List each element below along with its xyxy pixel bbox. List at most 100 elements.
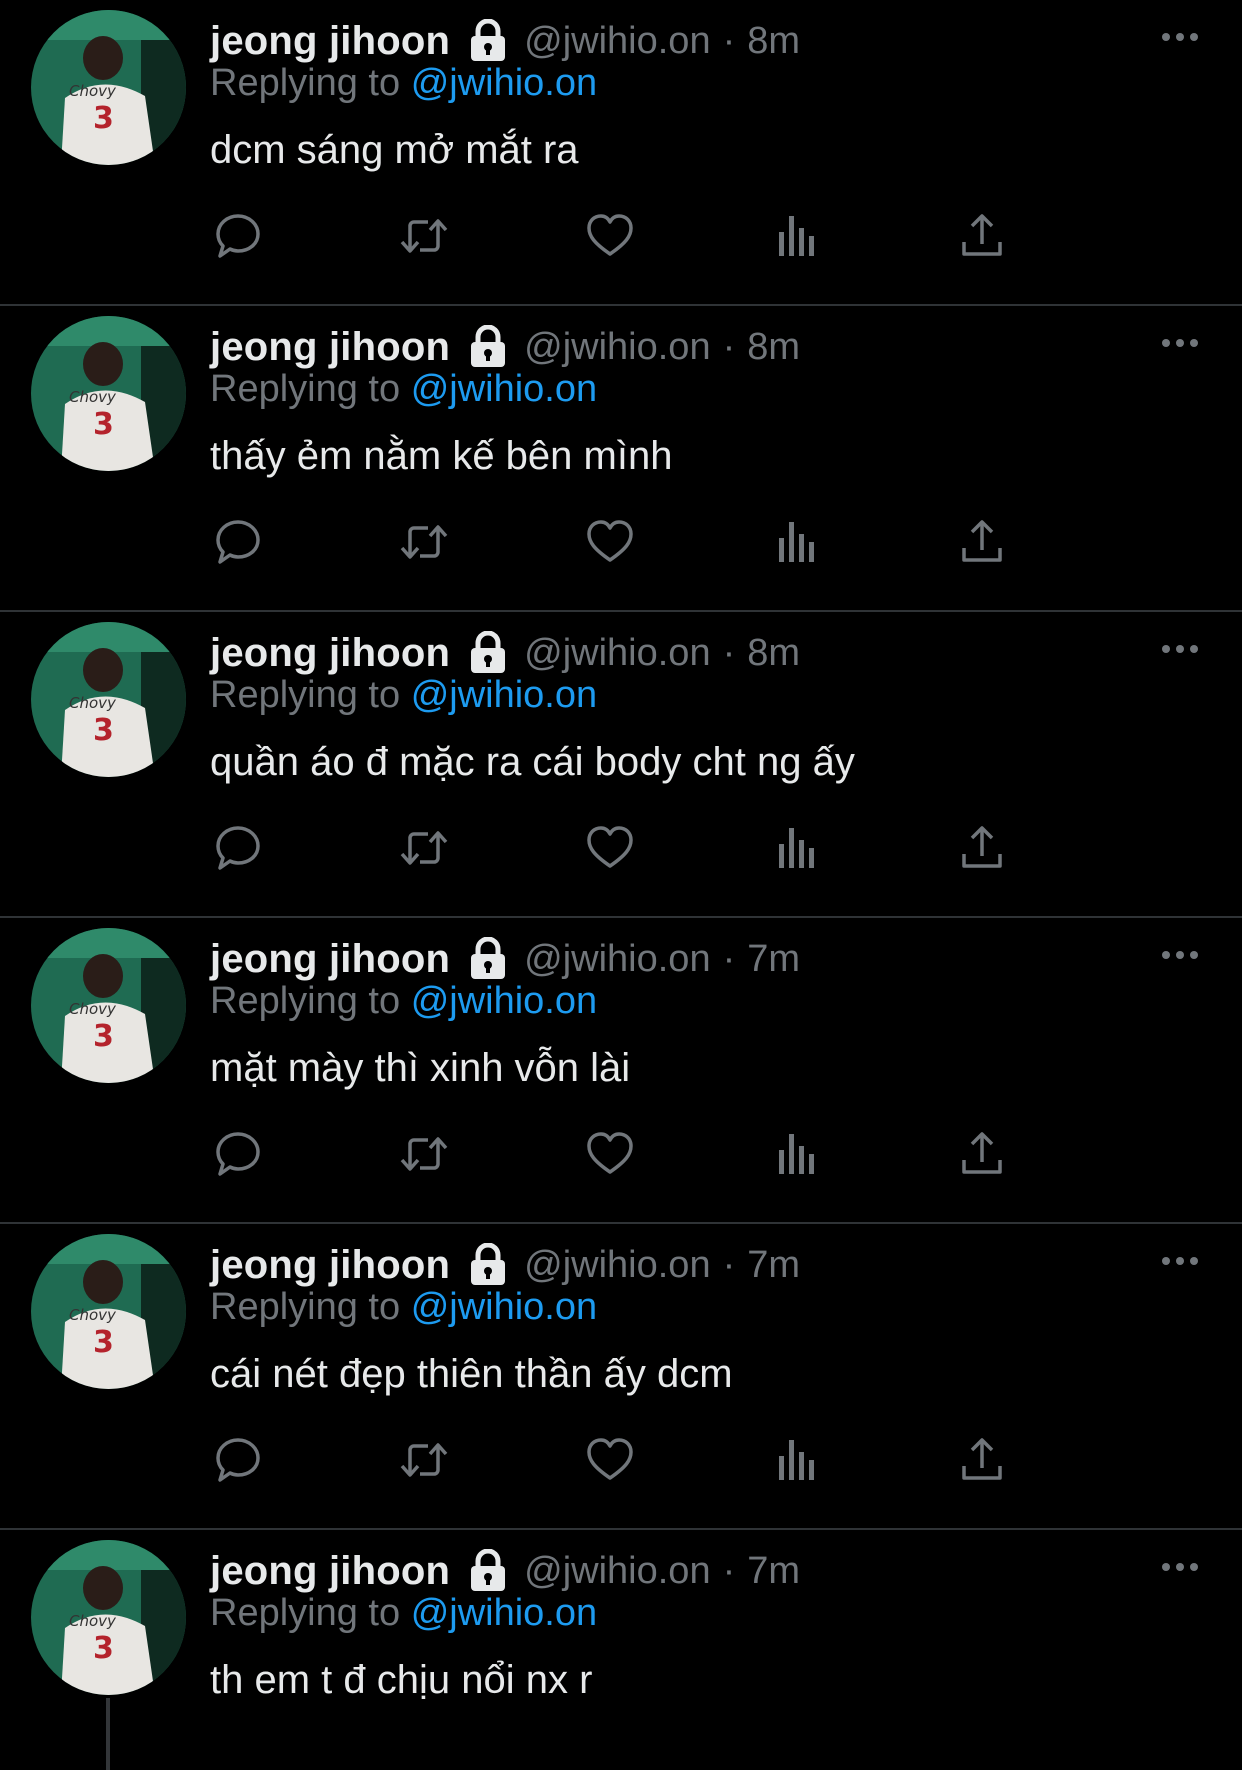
share-icon[interactable] <box>956 516 1008 568</box>
retweet-icon[interactable] <box>398 1128 450 1180</box>
mention-link[interactable]: @jwihio.on <box>411 980 597 1022</box>
tweet[interactable]: Chovy 3 jeong jihoon @jwihio.on · 8m Rep… <box>0 0 1242 306</box>
more-icon[interactable] <box>1158 328 1202 358</box>
svg-text:3: 3 <box>93 407 114 442</box>
share-icon[interactable] <box>956 822 1008 874</box>
separator-dot: · <box>722 325 736 368</box>
avatar[interactable]: Chovy 3 <box>31 622 186 777</box>
retweet-icon[interactable] <box>398 1434 450 1486</box>
reply-icon[interactable] <box>212 210 264 262</box>
avatar[interactable]: Chovy 3 <box>31 1540 186 1695</box>
replying-to: Replying to @jwihio.on <box>210 368 597 411</box>
share-icon[interactable] <box>956 1128 1008 1180</box>
svg-text:3: 3 <box>93 1631 114 1666</box>
user-handle[interactable]: @jwihio.on <box>524 1550 710 1593</box>
tweet[interactable]: Chovy 3 jeong jihoon @jwihio.on · 7m Rep… <box>0 918 1242 1224</box>
svg-text:3: 3 <box>93 1019 114 1054</box>
timestamp[interactable]: 7m <box>747 938 800 981</box>
heart-icon[interactable] <box>584 516 636 568</box>
heart-icon[interactable] <box>584 1128 636 1180</box>
user-handle[interactable]: @jwihio.on <box>524 326 710 369</box>
avatar[interactable]: Chovy 3 <box>31 316 186 471</box>
replying-prefix: Replying to <box>210 980 401 1022</box>
mention-link[interactable]: @jwihio.on <box>411 1286 597 1328</box>
reply-icon[interactable] <box>212 1128 264 1180</box>
separator-dot: · <box>722 937 736 980</box>
display-name[interactable]: jeong jihoon <box>210 1243 450 1288</box>
svg-text:3: 3 <box>93 713 114 748</box>
tweet-actions <box>212 822 1092 878</box>
views-icon[interactable] <box>770 516 822 568</box>
separator-dot: · <box>722 1243 736 1286</box>
retweet-icon[interactable] <box>398 516 450 568</box>
tweet-header: jeong jihoon @jwihio.on · 8m <box>210 14 800 68</box>
avatar[interactable]: Chovy 3 <box>31 10 186 165</box>
more-icon[interactable] <box>1158 940 1202 970</box>
user-handle[interactable]: @jwihio.on <box>524 938 710 981</box>
views-icon[interactable] <box>770 1434 822 1486</box>
reply-icon[interactable] <box>212 516 264 568</box>
retweet-icon[interactable] <box>398 210 450 262</box>
display-name[interactable]: jeong jihoon <box>210 19 450 64</box>
timestamp[interactable]: 7m <box>747 1550 800 1593</box>
replying-to: Replying to @jwihio.on <box>210 62 597 105</box>
timestamp[interactable]: 8m <box>747 20 800 63</box>
views-icon[interactable] <box>770 210 822 262</box>
user-handle[interactable]: @jwihio.on <box>524 20 710 63</box>
mention-link[interactable]: @jwihio.on <box>411 674 597 716</box>
replying-prefix: Replying to <box>210 62 401 104</box>
tweet-text: dcm sáng mở mắt ra <box>210 128 579 172</box>
user-handle[interactable]: @jwihio.on <box>524 632 710 675</box>
tweet[interactable]: Chovy 3 jeong jihoon @jwihio.on · 8m Rep… <box>0 306 1242 612</box>
timestamp[interactable]: 7m <box>747 1244 800 1287</box>
heart-icon[interactable] <box>584 822 636 874</box>
views-icon[interactable] <box>770 1128 822 1180</box>
separator-dot: · <box>722 631 736 674</box>
views-icon[interactable] <box>770 822 822 874</box>
tweet-header: jeong jihoon @jwihio.on · 7m <box>210 1238 800 1292</box>
tweet-header: jeong jihoon @jwihio.on · 7m <box>210 1544 800 1598</box>
avatar[interactable]: Chovy 3 <box>31 928 186 1083</box>
replying-to: Replying to @jwihio.on <box>210 980 597 1023</box>
display-name[interactable]: jeong jihoon <box>210 325 450 370</box>
display-name[interactable]: jeong jihoon <box>210 937 450 982</box>
display-name[interactable]: jeong jihoon <box>210 1549 450 1594</box>
share-icon[interactable] <box>956 210 1008 262</box>
heart-icon[interactable] <box>584 210 636 262</box>
mention-link[interactable]: @jwihio.on <box>411 368 597 410</box>
timestamp[interactable]: 8m <box>747 632 800 675</box>
tweet-text: cái nét đẹp thiên thần ấy dcm <box>210 1352 733 1396</box>
lock-icon <box>468 1242 508 1287</box>
more-icon[interactable] <box>1158 1246 1202 1276</box>
tweet-text: mặt mày thì xinh vỗn lài <box>210 1046 631 1090</box>
share-icon[interactable] <box>956 1434 1008 1486</box>
svg-text:Chovy: Chovy <box>69 1000 117 1018</box>
lock-icon <box>468 1548 508 1593</box>
avatar[interactable]: Chovy 3 <box>31 1234 186 1389</box>
replying-prefix: Replying to <box>210 674 401 716</box>
user-handle[interactable]: @jwihio.on <box>524 1244 710 1287</box>
tweet-actions <box>212 1434 1092 1490</box>
tweet-header: jeong jihoon @jwihio.on · 8m <box>210 626 800 680</box>
display-name[interactable]: jeong jihoon <box>210 631 450 676</box>
heart-icon[interactable] <box>584 1434 636 1486</box>
replying-to: Replying to @jwihio.on <box>210 674 597 717</box>
svg-text:Chovy: Chovy <box>69 388 117 406</box>
timestamp[interactable]: 8m <box>747 326 800 369</box>
mention-link[interactable]: @jwihio.on <box>411 62 597 104</box>
reply-icon[interactable] <box>212 1434 264 1486</box>
lock-icon <box>468 18 508 63</box>
tweet-actions <box>212 1128 1092 1184</box>
more-icon[interactable] <box>1158 634 1202 664</box>
mention-link[interactable]: @jwihio.on <box>411 1592 597 1634</box>
more-icon[interactable] <box>1158 1552 1202 1582</box>
retweet-icon[interactable] <box>398 822 450 874</box>
replying-to: Replying to @jwihio.on <box>210 1592 597 1635</box>
tweet[interactable]: Chovy 3 jeong jihoon @jwihio.on · 7m Rep… <box>0 1530 1242 1770</box>
tweet[interactable]: Chovy 3 jeong jihoon @jwihio.on · 7m Rep… <box>0 1224 1242 1530</box>
reply-icon[interactable] <box>212 822 264 874</box>
more-icon[interactable] <box>1158 22 1202 52</box>
replying-prefix: Replying to <box>210 368 401 410</box>
tweet[interactable]: Chovy 3 jeong jihoon @jwihio.on · 8m Rep… <box>0 612 1242 918</box>
tweet-header: jeong jihoon @jwihio.on · 7m <box>210 932 800 986</box>
